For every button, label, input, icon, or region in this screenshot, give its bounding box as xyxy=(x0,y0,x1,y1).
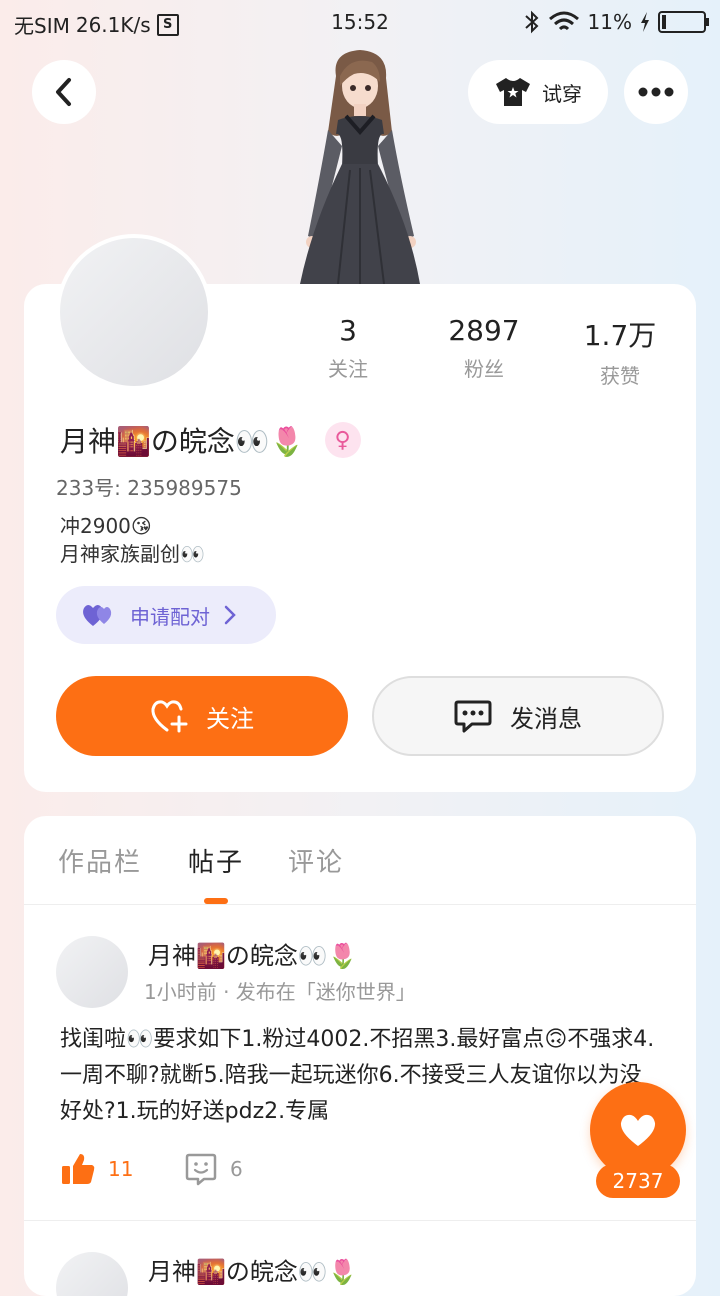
message-bubble-icon xyxy=(454,700,492,733)
tab-comments[interactable]: 评论 xyxy=(288,842,344,879)
post-author-avatar[interactable] xyxy=(56,936,128,1008)
content-card: 作品栏 帖子 评论 月神🌇の皖念👀🌷 1小时前 · 发布在「迷你世界」 找闺啦👀… xyxy=(24,816,696,1296)
send-message-label: 发消息 xyxy=(510,704,582,733)
try-on-button[interactable]: 试穿 xyxy=(468,60,608,124)
more-button[interactable] xyxy=(624,60,688,124)
female-gender-icon: ♀ xyxy=(324,422,361,458)
likes-count: 1.7万 xyxy=(583,319,657,352)
post-author-name[interactable]: 月神🌇の皖念👀🌷 xyxy=(148,936,358,971)
post-author-name[interactable]: 月神🌇の皖念👀🌷 xyxy=(148,1252,358,1287)
status-bar: 无SIM 26.1K/s S 15:52 11% xyxy=(0,0,720,46)
profile-bio: 冲2900😘 月神家族副创👀 xyxy=(60,512,205,568)
try-on-label: 试穿 xyxy=(542,81,582,106)
profile-avatar[interactable] xyxy=(56,234,212,390)
following-label: 关注 xyxy=(328,357,368,381)
status-right: 11% xyxy=(524,10,709,34)
character-illustration xyxy=(300,50,420,285)
post-item[interactable]: 月神🌇の皖念👀🌷 xyxy=(24,1220,696,1296)
tab-posts[interactable]: 帖子 xyxy=(188,842,244,879)
double-heart-icon xyxy=(83,605,112,626)
battery-percent: 11% xyxy=(587,10,632,34)
follow-label: 关注 xyxy=(206,704,254,733)
follow-button[interactable]: 关注 xyxy=(56,676,348,756)
profile-nickname: 月神🌇の皖念👀🌷 xyxy=(60,425,305,458)
post-comment-count: 6 xyxy=(230,1157,243,1181)
post-like-count: 11 xyxy=(108,1157,134,1181)
bio-line-1: 冲2900😘 xyxy=(60,514,152,538)
likes-label: 获赞 xyxy=(600,364,640,388)
post-meta: 1小时前 · 发布在「迷你世界」 xyxy=(144,980,416,1004)
followers-count: 2897 xyxy=(448,314,520,347)
post-like-button[interactable]: 11 xyxy=(60,1152,133,1186)
account-id: 233号: 235989575 xyxy=(56,476,242,500)
post-text[interactable]: 找闺啦👀要求如下1.粉过4002.不招黑3.最好富点🙃不强求4.一周不聊?就断5… xyxy=(60,1022,660,1130)
content-tabs: 作品栏 帖子 评论 xyxy=(24,816,696,905)
stat-followers[interactable]: 2897 粉丝 xyxy=(424,314,544,382)
heart-icon xyxy=(620,1114,656,1146)
floating-like-count: 2737 xyxy=(596,1164,680,1198)
apply-pair-label: 申请配对 xyxy=(130,604,210,629)
stat-following[interactable]: 3 关注 xyxy=(288,314,408,382)
post-comment-button[interactable]: 6 xyxy=(184,1152,243,1186)
post-item[interactable]: 月神🌇の皖念👀🌷 1小时前 · 发布在「迷你世界」 找闺啦👀要求如下1.粉过40… xyxy=(24,904,696,1220)
profile-nickname-row: 月神🌇の皖念👀🌷 ♀ xyxy=(60,420,361,460)
stat-likes[interactable]: 1.7万 获赞 xyxy=(560,314,680,389)
charging-icon xyxy=(641,12,649,32)
back-arrow-icon xyxy=(56,78,71,106)
heart-plus-icon xyxy=(151,700,188,733)
post-author-avatar[interactable] xyxy=(56,1252,128,1296)
battery-tip xyxy=(706,18,709,26)
bluetooth-icon xyxy=(524,10,538,34)
send-message-button[interactable]: 发消息 xyxy=(372,676,664,756)
battery-icon xyxy=(658,11,709,33)
apply-pair-button[interactable]: 申请配对 xyxy=(56,586,276,644)
tshirt-icon xyxy=(496,78,530,106)
battery-fill xyxy=(662,15,666,29)
wifi-icon xyxy=(548,11,579,31)
tab-works[interactable]: 作品栏 xyxy=(58,842,142,879)
thumbs-up-icon xyxy=(62,1154,95,1184)
more-dots-icon xyxy=(638,87,674,97)
chevron-right-icon xyxy=(224,605,236,625)
comment-smile-icon xyxy=(185,1153,217,1186)
following-count: 3 xyxy=(339,314,357,347)
followers-label: 粉丝 xyxy=(464,357,504,381)
back-button[interactable] xyxy=(32,60,96,124)
bio-line-2: 月神家族副创👀 xyxy=(60,542,205,566)
avatar-character-figure xyxy=(280,46,440,285)
